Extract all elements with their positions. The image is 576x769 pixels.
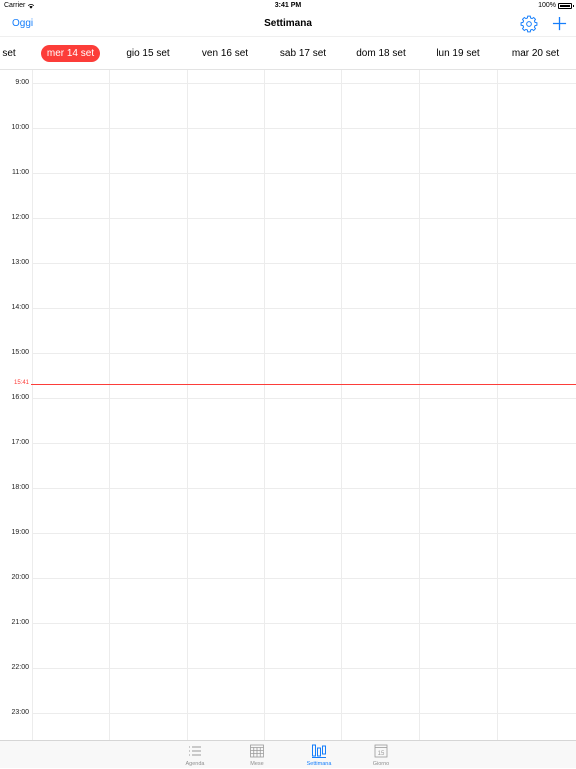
day-item[interactable]: ven 16 set <box>197 45 253 62</box>
column-divider <box>264 70 265 740</box>
hour-label: 16:00 <box>11 394 29 401</box>
tab-label: Settimana <box>306 761 332 767</box>
hour-label: 9:00 <box>15 79 29 86</box>
hour-line <box>32 263 576 264</box>
tab-week[interactable]: Settimana <box>299 743 339 769</box>
hour-label: 10:00 <box>11 124 29 131</box>
hour-line <box>32 668 576 669</box>
list-icon <box>189 746 201 756</box>
hour-label: 11:00 <box>12 169 29 176</box>
status-bar: Carrier 3:41 PM 100% <box>0 0 576 12</box>
svg-text:15: 15 <box>378 751 385 757</box>
month-grid-icon <box>250 744 264 758</box>
hour-label: 22:00 <box>11 664 29 671</box>
battery-percent: 100% <box>538 2 556 9</box>
hour-line <box>32 83 576 84</box>
tab-label: Mese <box>250 761 264 767</box>
week-columns-icon <box>312 744 326 758</box>
day-previous-partial[interactable]: set <box>0 45 18 62</box>
hour-line <box>32 488 576 489</box>
hour-label: 15:00 <box>11 349 29 356</box>
hour-label: 14:00 <box>11 304 29 311</box>
column-divider <box>32 70 33 740</box>
hour-label: 12:00 <box>11 214 29 221</box>
week-day-strip: set mer 14 set gio 15 set ven 16 set sab… <box>0 36 576 70</box>
day-item[interactable]: dom 18 set <box>353 45 409 62</box>
plus-icon[interactable] <box>552 16 567 31</box>
column-divider <box>341 70 342 740</box>
hour-line <box>32 398 576 399</box>
tab-bar: Agenda Mese Settimana 15 Giorno <box>0 740 576 768</box>
day-selected[interactable]: mer 14 set <box>41 45 100 62</box>
hour-line <box>32 443 576 444</box>
hour-line <box>32 128 576 129</box>
hour-line <box>32 218 576 219</box>
status-time: 3:41 PM <box>274 2 302 9</box>
page-title: Settimana <box>264 18 312 29</box>
hour-line <box>32 623 576 624</box>
navigation-bar: Oggi Settimana <box>0 12 576 36</box>
tab-day[interactable]: 15 Giorno <box>361 743 401 769</box>
hour-label: 13:00 <box>11 259 29 266</box>
column-divider <box>187 70 188 740</box>
tab-label: Giorno <box>372 761 390 767</box>
hour-line <box>32 578 576 579</box>
battery-info: 100% <box>538 0 574 12</box>
hour-line <box>32 533 576 534</box>
hour-line <box>32 353 576 354</box>
column-divider <box>419 70 420 740</box>
day-item[interactable]: mar 20 set <box>507 45 564 62</box>
hour-label: 17:00 <box>11 439 29 446</box>
day-item[interactable]: lun 19 set <box>430 45 486 62</box>
day-item[interactable]: gio 15 set <box>120 45 176 62</box>
current-time-label: 15:41 <box>13 380 29 386</box>
hour-line <box>32 173 576 174</box>
current-time-line <box>31 384 576 385</box>
hour-label: 23:00 <box>11 709 29 716</box>
column-divider <box>109 70 110 740</box>
gear-icon[interactable] <box>520 15 538 33</box>
hour-label: 19:00 <box>11 529 29 536</box>
column-divider <box>497 70 498 740</box>
tab-agenda[interactable]: Agenda <box>175 743 215 769</box>
hour-label: 21:00 <box>11 619 29 626</box>
hour-line <box>32 308 576 309</box>
day-calendar-icon: 15 <box>374 744 388 758</box>
day-item[interactable]: sab 17 set <box>275 45 331 62</box>
hour-label: 20:00 <box>11 574 29 581</box>
tab-month[interactable]: Mese <box>237 743 277 769</box>
week-time-grid[interactable]: 9:00 10:00 11:00 12:00 13:00 14:00 15:00… <box>0 70 576 740</box>
hour-line <box>32 713 576 714</box>
hour-label: 18:00 <box>11 484 29 491</box>
tab-label: Agenda <box>185 761 205 767</box>
battery-icon <box>558 3 574 9</box>
